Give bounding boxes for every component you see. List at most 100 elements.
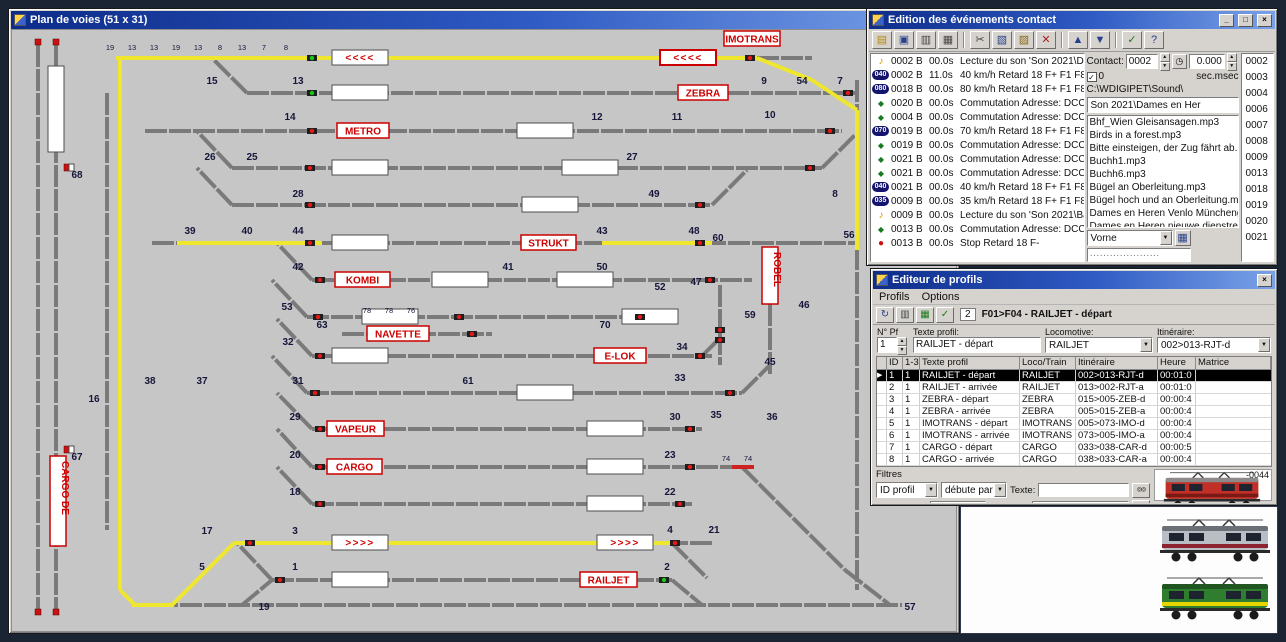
menu-profils[interactable]: Profils	[879, 291, 910, 303]
contact-number-item[interactable]: 0020	[1242, 214, 1273, 230]
column-header[interactable]: Itinéraire	[1076, 357, 1158, 369]
close-icon[interactable]: ×	[1257, 13, 1272, 27]
event-row[interactable]: 035 0009 B 00.0s 35 km/h Retard 18 F+ F1 F8	[871, 194, 1084, 208]
contact-number-item[interactable]: 0009	[1242, 150, 1273, 166]
contact-number-item[interactable]: 0006	[1242, 102, 1273, 118]
direction-select[interactable]: Vorne ▼	[1086, 230, 1173, 246]
column-header[interactable]: Loco/Train	[1020, 357, 1076, 369]
event-row[interactable]: 0400002 B 11.0s 40 km/h Retard 18 F+ F1 F8…	[871, 68, 1084, 82]
event-row[interactable]: 080 0018 B 00.0s 80 km/h Retard 18 F+ F1 F8	[871, 82, 1084, 96]
delay-spinner[interactable]: ▲ ▼	[1226, 53, 1237, 71]
move-up-icon[interactable]: ▲	[1068, 31, 1088, 49]
event-row[interactable]: ● 0013 B 00.0s Stop Retard 18 F-	[871, 236, 1084, 250]
event-row[interactable]: ♪ 0002 B 00.0s Lecture du son 'Son 2021\Dam…	[871, 54, 1084, 68]
track-plan[interactable]: <<<< <<<< >>>> >>>> IMOTRANS ZEBRA METRO STRUKT…	[11, 29, 957, 632]
event-row[interactable]: ◆ 0020 B 00.0s Commutation Adresse: DCC 000…	[871, 96, 1084, 110]
timer-icon[interactable]: ◷	[1171, 53, 1187, 69]
contact-checkbox[interactable]: ✓	[1086, 71, 1097, 82]
search-icon[interactable]: ◎◎	[1132, 482, 1150, 498]
sound-folder-select[interactable]: Son 2021\Dames en Her	[1086, 97, 1239, 113]
filter-text-input[interactable]	[1038, 483, 1129, 497]
sound-file-item[interactable]: Birds in a forest.mp3	[1088, 129, 1238, 142]
sound-file-item[interactable]: Buchh6.mp3	[1088, 168, 1238, 181]
profile-number-spinner[interactable]: ▲ ▼	[897, 337, 907, 355]
sound-file-item[interactable]: Buchh1.mp3	[1088, 155, 1238, 168]
filter-id-select[interactable]: ID profil ▼	[876, 482, 938, 498]
delay-field[interactable]: 0.000	[1188, 53, 1225, 69]
profile-row[interactable]: 3 1 ZEBRA - départ ZEBRA 015>005-ZEB-d 00:00:…	[877, 394, 1271, 406]
save-icon[interactable]: ▣	[894, 31, 914, 49]
profile-row[interactable]: ▶ 1 1 RAILJET - départ RAILJET 002>013-RJT-d 0…	[877, 370, 1271, 382]
locomotive-select[interactable]: RAILJET ▼	[1045, 337, 1153, 353]
print-icon[interactable]: ▥	[896, 306, 914, 323]
contact-number-field[interactable]: 0002	[1125, 53, 1158, 69]
search-icon[interactable]: ◎◎	[1132, 500, 1150, 503]
cut-icon[interactable]: ✂	[970, 31, 990, 49]
profile-row[interactable]: 6 1 IMOTRANS - arrivée IMOTRANS 073>005-IMO-…	[877, 430, 1271, 442]
filter-route-input[interactable]	[1031, 500, 1129, 503]
contact-number-list[interactable]: 0002 0003 0004 0006 0007 0008 0009 0013 0018 0019…	[1240, 53, 1274, 262]
filter-mode-select[interactable]: débute par ▼	[941, 482, 1007, 498]
event-row[interactable]: 040 0021 B 00.0s 40 km/h Retard 18 F+ F1 F8	[871, 180, 1084, 194]
direction-apply-icon[interactable]: ▦	[1174, 230, 1191, 246]
event-row[interactable]: ◆ 0021 B 00.0s Commutation Adresse: DCC 001…	[871, 166, 1084, 180]
contact-number-item[interactable]: 0018	[1242, 182, 1273, 198]
paste-icon[interactable]: ▨	[1014, 31, 1034, 49]
preview-icon[interactable]: ▦	[938, 31, 958, 49]
contact-number-item[interactable]: 0004	[1242, 86, 1273, 102]
open-icon[interactable]: ▤	[872, 31, 892, 49]
sound-file-item[interactable]: Bitte einsteigen, der Zug fährt ab.m	[1088, 142, 1238, 155]
event-row[interactable]: ◆ 0021 B 00.0s Commutation Adresse: DCC 001…	[871, 152, 1084, 166]
sound-file-item[interactable]: Dames en Heren nieuwe dienstreg	[1088, 220, 1238, 227]
maximize-icon[interactable]: □	[1238, 13, 1253, 27]
grid-icon[interactable]: ▦	[916, 306, 934, 323]
column-header[interactable]: Heure	[1158, 357, 1196, 369]
sound-file-item[interactable]: Dames en Heren Venlo Münchengl	[1088, 207, 1238, 220]
print-icon[interactable]: ▥	[916, 31, 936, 49]
event-row[interactable]: ♪ 0009 B 00.0s Lecture du son 'Son 2021\Bah…	[871, 208, 1084, 222]
profile-row[interactable]: 4 1 ZEBRA - arrivée ZEBRA 005>015-ZEB-a 00:00…	[877, 406, 1271, 418]
route-select[interactable]: 002>013-RJT-d ▼	[1157, 337, 1271, 353]
contact-number-item[interactable]: 0019	[1242, 198, 1273, 214]
check-icon[interactable]: ✓	[936, 306, 954, 323]
contact-number-item[interactable]: 0008	[1242, 134, 1273, 150]
sound-file-item[interactable]: Bhf_Wien Gleisansagen.mp3	[1088, 116, 1238, 129]
event-row[interactable]: 070 0019 B 00.0s 70 km/h Retard 18 F+ F1 F8	[871, 124, 1084, 138]
contact-number-item[interactable]: 0013	[1242, 166, 1273, 182]
profile-titlebar[interactable]: Editeur de profils ×	[873, 271, 1275, 289]
event-row[interactable]: ◆ 0019 B 00.0s Commutation Adresse: DCC 000…	[871, 138, 1084, 152]
contact-number-item[interactable]: 0002	[1242, 54, 1273, 70]
profile-row[interactable]: 5 1 IMOTRANS - départ IMOTRANS 005>073-IMO-d…	[877, 418, 1271, 430]
copy-icon[interactable]: ▧	[992, 31, 1012, 49]
column-header[interactable]: ID	[887, 357, 903, 369]
refresh-icon[interactable]: ↻	[876, 306, 894, 323]
profile-row[interactable]: 8 1 CARGO - arrivée CARGO 038>033-CAR-a 00:00…	[877, 454, 1271, 466]
apply-icon[interactable]: ✓	[1122, 31, 1142, 49]
profile-row[interactable]: 2 1 RAILJET - arrivée RAILJET 013>002-RJT-a 0…	[877, 382, 1271, 394]
column-header[interactable]: 1-3	[903, 357, 920, 369]
sound-file-item[interactable]: Bügel hoch und an Oberleitung.mp	[1088, 194, 1238, 207]
contact-titlebar[interactable]: Edition des événements contact _ □ ×	[869, 11, 1275, 29]
column-header[interactable]: Texte profil	[920, 357, 1020, 369]
event-list[interactable]: ♪ 0002 B 00.0s Lecture du son 'Son 2021\Dam…	[870, 53, 1085, 262]
sound-file-list[interactable]: Bhf_Wien Gleisansagen.mp3 Birds in a fore…	[1086, 115, 1239, 228]
profile-number-field[interactable]: 1	[877, 337, 897, 353]
plan-titlebar[interactable]: Plan de voies (51 x 31)	[11, 11, 957, 29]
contact-spinner[interactable]: ▲ ▼	[1159, 53, 1170, 71]
contact-number-item[interactable]: 0021	[1242, 230, 1273, 246]
help-icon[interactable]: ?	[1144, 31, 1164, 49]
close-icon[interactable]: ×	[1257, 273, 1272, 287]
event-row[interactable]: ◆ 0013 B 00.0s Commutation Adresse: DCC 000…	[871, 222, 1084, 236]
profile-row[interactable]: 7 1 CARGO - départ CARGO 033>038-CAR-d 00:00:…	[877, 442, 1271, 454]
column-header[interactable]: Matrice	[1196, 357, 1271, 369]
menu-options[interactable]: Options	[922, 291, 960, 303]
event-row[interactable]: ◆ 0004 B 00.0s Commutation Adresse: DCC 001…	[871, 110, 1084, 124]
filter-loco-input[interactable]	[930, 500, 987, 503]
delete-icon[interactable]: ✕	[1036, 31, 1056, 49]
minimize-icon[interactable]: _	[1219, 13, 1234, 27]
contact-number-item[interactable]: 0007	[1242, 118, 1273, 134]
profile-text-field[interactable]: RAILJET - départ	[913, 337, 1041, 353]
profile-table[interactable]: ID 1-3 Texte profil Loco/Train Itinéraire Heu…	[876, 356, 1272, 467]
sound-file-item[interactable]: Bügel an Oberleitung.mp3	[1088, 181, 1238, 194]
move-down-icon[interactable]: ▼	[1090, 31, 1110, 49]
